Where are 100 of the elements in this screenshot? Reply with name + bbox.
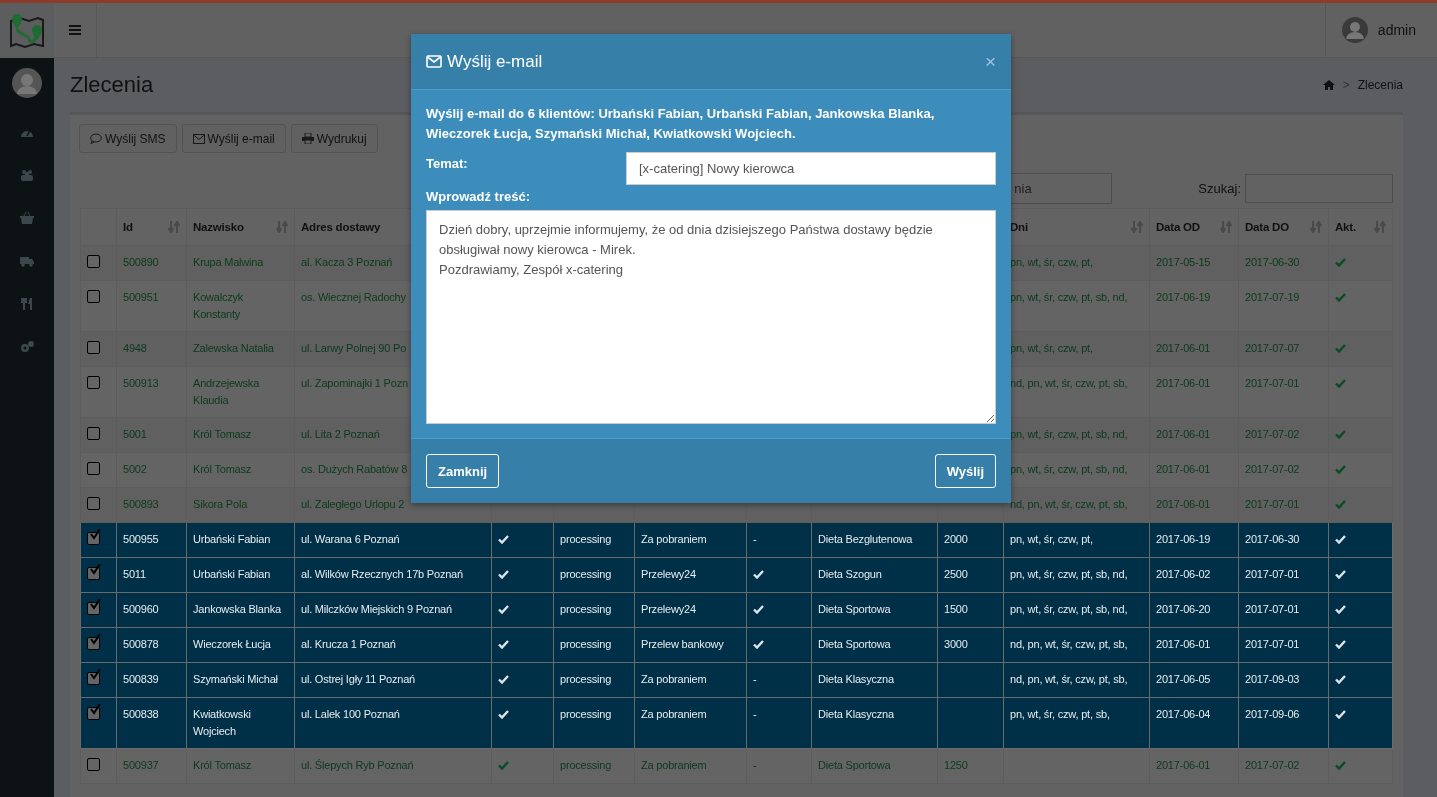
table-cell: Dieta Sportowa — [818, 603, 891, 615]
gears-icon[interactable] — [20, 341, 34, 353]
checkbox[interactable] — [87, 602, 100, 615]
table-cell: 2017-07-01 — [1245, 603, 1300, 615]
sort-icon[interactable] — [168, 221, 180, 233]
column-header[interactable]: Akt. — [1335, 221, 1356, 233]
table-cell: 4948 — [123, 342, 147, 354]
table-cell: 500955 — [123, 533, 159, 545]
printer-icon — [301, 133, 314, 144]
checkbox[interactable] — [87, 376, 100, 389]
basket-icon[interactable] — [20, 212, 34, 224]
table-cell: Wieczorek Łucja — [193, 638, 271, 650]
cutlery-icon[interactable] — [20, 298, 34, 310]
subject-field[interactable]: [x-catering] Nowy kierowca — [626, 152, 996, 185]
checkbox[interactable] — [87, 758, 100, 771]
table-cell: nd, pn, wt, śr, czw, pt, sb, — [1010, 638, 1128, 650]
table-cell: pn, wt, śr, czw, pt, sb, nd, — [1010, 568, 1128, 580]
sort-icon[interactable] — [1374, 221, 1386, 233]
dialog-title: Wyślij e-mail — [447, 51, 544, 72]
column-header[interactable]: Dni — [1010, 221, 1028, 233]
users-icon[interactable] — [20, 169, 34, 181]
table-cell: 2017-06-30 — [1245, 256, 1300, 268]
breadcrumb-separator: > — [1342, 78, 1350, 92]
email-button[interactable]: Wyślij e-mail — [181, 124, 286, 153]
table-cell: ul. Zaległego Urlopu 2 — [301, 498, 405, 510]
table-cell: 2017-06-19 — [1156, 291, 1211, 303]
table-cell: Dieta Klasyczna — [818, 708, 894, 720]
message-field[interactable]: Dzień dobry, uprzejmie informujemy, że od dnia dzisiejszego Państwa dostawy będzie obsługiwał nowy kierowca - Mirek. Pozdrawiamy, Zespół x-catering — [426, 210, 996, 424]
table-cell: Dieta Klasyczna — [818, 673, 894, 685]
envelope-icon — [192, 133, 205, 144]
table-cell: Za pobraniem — [641, 673, 707, 685]
table-cell: Kowalczyk Konstanty — [193, 291, 244, 320]
send-button[interactable]: Wyślij — [934, 454, 996, 488]
close-dialog-button[interactable]: Zamknij — [426, 454, 500, 488]
subject-label: Temat: — [426, 156, 468, 171]
checkbox[interactable] — [87, 462, 100, 475]
table-cell: 2017-07-02 — [1245, 759, 1300, 771]
sms-button[interactable]: Wyślij SMS — [79, 124, 177, 153]
checkbox[interactable] — [87, 290, 100, 303]
sort-icon[interactable] — [1220, 221, 1232, 233]
close-button[interactable]: × — [984, 50, 996, 73]
home-icon[interactable] — [1322, 80, 1335, 90]
checkbox[interactable] — [87, 637, 100, 650]
column-header[interactable]: Id — [123, 221, 133, 233]
table-cell: pn, wt, śr, czw, pt, sb, nd, — [1010, 428, 1128, 440]
table-cell: Sikora Pola — [193, 498, 248, 510]
table-cell: 500890 — [123, 256, 159, 268]
print-button[interactable]: Wydrukuj — [290, 124, 378, 153]
table-cell: pn, wt, śr, czw, pt, — [1010, 256, 1093, 268]
table-cell: Andrzejewska Klaudia — [193, 377, 260, 406]
column-header[interactable]: Data DO — [1245, 221, 1289, 233]
user-name[interactable]: admin — [1377, 22, 1416, 38]
table-cell: 1500 — [944, 603, 968, 615]
table-cell: Przelew bankowy — [641, 638, 724, 650]
column-header[interactable]: Adres dostawy — [301, 221, 381, 233]
table-cell: 2017-07-01 — [1245, 377, 1300, 389]
table-cell: Krupa Malwina — [193, 256, 264, 268]
table-cell: Przelewy24 — [641, 603, 696, 615]
table-cell: al. Krucza 1 Poznań — [301, 638, 396, 650]
sort-icon[interactable] — [1131, 221, 1143, 233]
envelope-icon — [426, 55, 442, 68]
table-cell: processing — [560, 603, 612, 615]
checkbox[interactable] — [87, 497, 100, 510]
table-cell: 1250 — [944, 759, 968, 771]
table-cell: 5002 — [123, 463, 147, 475]
checkbox[interactable] — [87, 567, 100, 580]
table-cell: Dieta Bezglutenowa — [818, 533, 913, 545]
column-header[interactable]: Data OD — [1156, 221, 1200, 233]
column-header[interactable]: Nazwisko — [193, 221, 244, 233]
table-cell: 2017-06-04 — [1156, 708, 1211, 720]
table-cell: processing — [560, 638, 612, 650]
checkbox[interactable] — [87, 255, 100, 268]
checkbox[interactable] — [87, 341, 100, 354]
breadcrumb-item: Zlecenia — [1357, 78, 1403, 92]
table-cell: - — [753, 673, 757, 685]
avatar-icon[interactable] — [1341, 17, 1368, 43]
sort-icon[interactable] — [1310, 221, 1322, 233]
table-cell: 3000 — [944, 638, 968, 650]
truck-icon[interactable] — [20, 255, 34, 267]
table-cell: 2017-09-06 — [1245, 708, 1300, 720]
checkbox[interactable] — [87, 427, 100, 440]
checkbox[interactable] — [87, 672, 100, 685]
table-cell: 2017-06-05 — [1156, 673, 1211, 685]
table-cell: 2017-06-01 — [1156, 428, 1211, 440]
table-cell: 2017-07-19 — [1245, 291, 1300, 303]
table-cell: os. Wiecznej Radochy — [301, 291, 406, 303]
table-cell: 2017-06-01 — [1156, 377, 1211, 389]
table-cell: Urbański Fabian — [193, 568, 271, 580]
table-cell: pn, wt, śr, czw, pt, sb, nd, — [1010, 463, 1128, 475]
table-cell: processing — [560, 759, 612, 771]
table-cell: 2017-06-01 — [1156, 759, 1211, 771]
table-cell: 2017-06-30 — [1245, 533, 1300, 545]
table-cell: pn, wt, śr, czw, pt, sb, — [1010, 708, 1110, 720]
sort-icon[interactable] — [276, 221, 288, 233]
checkbox[interactable] — [87, 707, 100, 720]
table-cell: pn, wt, śr, czw, pt, sb, nd, — [1010, 291, 1128, 303]
table-cell: ul. Zapominajki 1 Pozn — [301, 377, 408, 389]
checkbox[interactable] — [87, 532, 100, 545]
table-cell: ul. Ślepych Ryb Poznań — [301, 759, 414, 771]
table-cell: 500960 — [123, 603, 159, 615]
